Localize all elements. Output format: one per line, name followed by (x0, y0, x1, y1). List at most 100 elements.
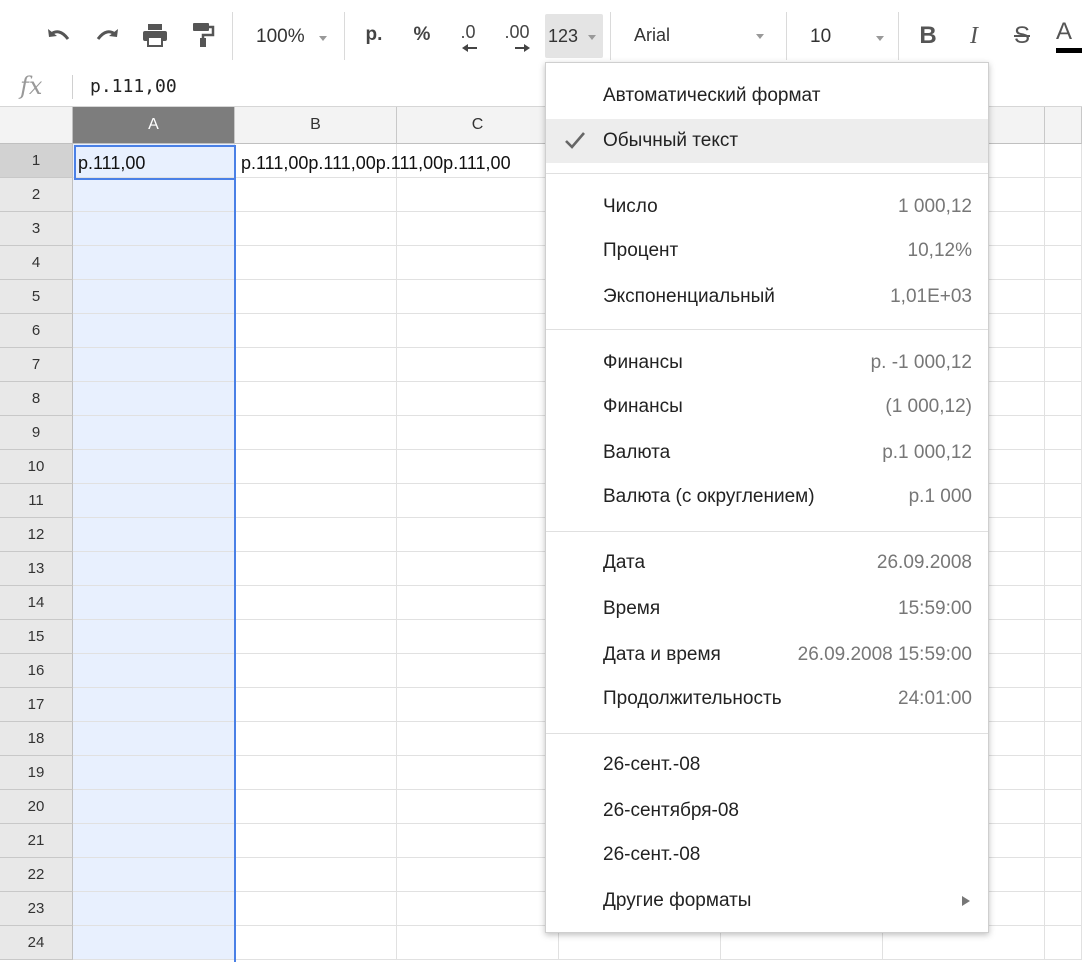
grid-cell[interactable] (397, 382, 559, 416)
grid-cell[interactable] (397, 416, 559, 450)
grid-cell[interactable] (73, 450, 235, 484)
grid-cell[interactable] (1045, 518, 1082, 552)
menu-item-more-formats[interactable]: Другие форматы (546, 879, 988, 923)
cell-b1[interactable]: р.111,00р.111,00р.111,00р.111,00 (241, 153, 511, 174)
grid-cell[interactable] (397, 178, 559, 212)
grid-cell[interactable] (397, 654, 559, 688)
grid-cell[interactable] (1045, 348, 1082, 382)
grid-cell[interactable] (1045, 450, 1082, 484)
decrease-decimal-button[interactable]: .0 (448, 18, 488, 56)
menu-item-custom-date-2[interactable]: 26-сентября-08 (546, 789, 988, 833)
row-header-15[interactable]: 15 (0, 620, 73, 654)
row-header-3[interactable]: 3 (0, 212, 73, 246)
grid-cell[interactable] (397, 552, 559, 586)
row-header-12[interactable]: 12 (0, 518, 73, 552)
grid-cell[interactable] (397, 212, 559, 246)
zoom-select[interactable]: 100% (248, 22, 338, 52)
grid-cell[interactable] (73, 892, 235, 926)
grid-cell[interactable] (73, 212, 235, 246)
increase-decimal-button[interactable]: .00 (496, 18, 538, 56)
grid-cell[interactable] (235, 382, 397, 416)
grid-cell[interactable] (73, 620, 235, 654)
grid-cell[interactable] (235, 790, 397, 824)
grid-cell[interactable] (235, 450, 397, 484)
grid-cell[interactable] (397, 892, 559, 926)
more-formats-button[interactable]: 123 (545, 14, 603, 58)
currency-format-button[interactable]: р. (356, 20, 392, 50)
menu-item-time[interactable]: Время 15:59:00 (546, 587, 988, 631)
row-header-19[interactable]: 19 (0, 756, 73, 790)
grid-cell[interactable] (73, 858, 235, 892)
grid-cell[interactable] (1045, 620, 1082, 654)
grid-cell[interactable] (397, 926, 559, 960)
row-header-23[interactable]: 23 (0, 892, 73, 926)
menu-item-duration[interactable]: Продолжительность 24:01:00 (546, 677, 988, 721)
row-header-10[interactable]: 10 (0, 450, 73, 484)
grid-cell[interactable] (397, 314, 559, 348)
grid-cell[interactable] (73, 348, 235, 382)
grid-cell[interactable] (235, 484, 397, 518)
grid-cell[interactable] (235, 348, 397, 382)
grid-cell[interactable] (397, 450, 559, 484)
grid-cell[interactable] (73, 790, 235, 824)
menu-item-custom-date-1[interactable]: 26-сент.-08 (546, 743, 988, 787)
redo-button[interactable] (90, 20, 124, 50)
menu-item-scientific[interactable]: Экспоненциальный 1,01E+03 (546, 275, 988, 319)
row-header-18[interactable]: 18 (0, 722, 73, 756)
grid-cell[interactable] (235, 858, 397, 892)
grid-cell[interactable] (397, 586, 559, 620)
grid-cell[interactable] (1045, 722, 1082, 756)
row-header-1[interactable]: 1 (0, 144, 73, 178)
row-header-8[interactable]: 8 (0, 382, 73, 416)
grid-cell[interactable] (397, 484, 559, 518)
grid-cell[interactable] (1045, 280, 1082, 314)
paint-format-button[interactable] (186, 20, 220, 50)
row-header-9[interactable]: 9 (0, 416, 73, 450)
row-header-7[interactable]: 7 (0, 348, 73, 382)
grid-cell[interactable] (397, 722, 559, 756)
grid-cell[interactable] (73, 722, 235, 756)
row-header-6[interactable]: 6 (0, 314, 73, 348)
grid-cell[interactable] (1045, 926, 1082, 960)
font-select[interactable]: Arial (626, 20, 776, 50)
grid-cell[interactable] (1045, 688, 1082, 722)
grid-cell[interactable] (397, 688, 559, 722)
row-header-16[interactable]: 16 (0, 654, 73, 688)
row-header-2[interactable]: 2 (0, 178, 73, 212)
grid-cell[interactable] (397, 756, 559, 790)
row-header-20[interactable]: 20 (0, 790, 73, 824)
grid-cell[interactable] (235, 824, 397, 858)
column-header-c[interactable]: C (397, 107, 559, 144)
italic-button[interactable]: I (956, 20, 992, 52)
grid-cell[interactable] (235, 518, 397, 552)
grid-cell[interactable] (73, 518, 235, 552)
row-header-24[interactable]: 24 (0, 926, 73, 960)
menu-item-datetime[interactable]: Дата и время 26.09.2008 15:59:00 (546, 633, 988, 677)
grid-cell[interactable] (1045, 314, 1082, 348)
grid-cell[interactable] (73, 484, 235, 518)
grid-cell[interactable] (235, 756, 397, 790)
grid-cell[interactable] (397, 790, 559, 824)
grid-cell[interactable] (1045, 484, 1082, 518)
grid-cell[interactable] (1045, 212, 1082, 246)
font-size-select[interactable]: 10 (800, 22, 890, 52)
grid-cell[interactable] (397, 348, 559, 382)
grid-cell[interactable] (235, 416, 397, 450)
row-header-14[interactable]: 14 (0, 586, 73, 620)
grid-cell[interactable] (235, 246, 397, 280)
grid-cell[interactable] (235, 280, 397, 314)
menu-item-date[interactable]: Дата 26.09.2008 (546, 541, 988, 585)
grid-cell[interactable] (235, 654, 397, 688)
row-header-11[interactable]: 11 (0, 484, 73, 518)
column-header[interactable] (1045, 107, 1082, 144)
grid-cell[interactable] (73, 280, 235, 314)
select-all-corner[interactable] (0, 107, 73, 144)
grid-cell[interactable] (1045, 382, 1082, 416)
row-header-17[interactable]: 17 (0, 688, 73, 722)
row-header-22[interactable]: 22 (0, 858, 73, 892)
menu-item-plain-text[interactable]: Обычный текст (546, 119, 988, 163)
grid-cell[interactable] (1045, 246, 1082, 280)
grid-cell[interactable] (73, 926, 235, 960)
row-header-4[interactable]: 4 (0, 246, 73, 280)
grid-cell[interactable] (73, 654, 235, 688)
